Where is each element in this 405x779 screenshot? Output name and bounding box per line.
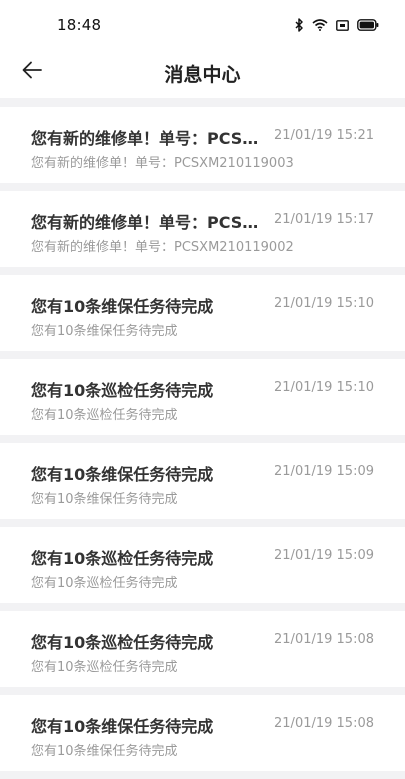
status-bar: 18:48 xyxy=(0,0,405,50)
battery-icon xyxy=(357,19,379,31)
wifi-icon xyxy=(312,19,328,31)
status-time: 18:48 xyxy=(57,16,102,34)
message-item[interactable]: 您有10条维保任务待完成 21/01/19 15:10 您有10条维保任务待完成 xyxy=(0,275,405,351)
message-title: 您有10条维保任务待完成 xyxy=(31,717,214,736)
message-time: 21/01/19 15:21 xyxy=(274,128,374,143)
message-item[interactable]: 您有10条维保任务待完成 21/01/19 15:09 您有10条维保任务待完成 xyxy=(0,443,405,519)
message-title: 您有新的维修单！单号：PCSXM210119003 xyxy=(31,129,267,148)
message-time: 21/01/19 15:17 xyxy=(274,212,374,227)
message-time: 21/01/19 15:08 xyxy=(274,716,374,731)
message-body: 您有10条巡检任务待完成 xyxy=(31,660,178,675)
message-item[interactable]: 您有新的维修单！单号：PCSXM210119002 21/01/19 15:17… xyxy=(0,191,405,267)
message-time: 21/01/19 15:08 xyxy=(274,632,374,647)
message-body: 您有10条巡检任务待完成 xyxy=(31,408,178,423)
message-time: 21/01/19 15:10 xyxy=(274,380,374,395)
bluetooth-icon xyxy=(294,18,304,32)
message-title: 您有10条巡检任务待完成 xyxy=(31,381,214,400)
message-item[interactable]: 您有10条巡检任务待完成 21/01/19 15:09 您有10条巡检任务待完成 xyxy=(0,527,405,603)
message-title: 您有10条巡检任务待完成 xyxy=(31,549,214,568)
message-item[interactable]: 您有新的维修单！单号：PCSXM210119003 21/01/19 15:21… xyxy=(0,107,405,183)
nav-bar: 消息中心 xyxy=(0,50,405,98)
message-item[interactable]: 您有10条巡检任务待完成 21/01/19 15:10 您有10条巡检任务待完成 xyxy=(0,359,405,435)
message-list: 您有新的维修单！单号：PCSXM210119003 21/01/19 15:21… xyxy=(0,107,405,779)
message-body: 您有10条巡检任务待完成 xyxy=(31,576,178,591)
sim-icon xyxy=(336,19,349,31)
message-title: 您有10条巡检任务待完成 xyxy=(31,633,214,652)
message-title: 您有新的维修单！单号：PCSXM210119002 xyxy=(31,213,267,232)
message-item[interactable]: 您有10条维保任务待完成 21/01/19 15:08 您有10条维保任务待完成 xyxy=(0,695,405,771)
page-title: 消息中心 xyxy=(164,64,241,86)
message-title: 您有10条维保任务待完成 xyxy=(31,297,214,316)
message-body: 您有新的维修单！单号：PCSXM210119002 xyxy=(31,240,294,255)
message-body: 您有10条维保任务待完成 xyxy=(31,744,178,759)
status-icons xyxy=(294,17,379,33)
message-item[interactable]: 您有10条巡检任务待完成 21/01/19 15:08 您有10条巡检任务待完成 xyxy=(0,611,405,687)
message-time: 21/01/19 15:10 xyxy=(274,296,374,311)
message-title: 您有10条维保任务待完成 xyxy=(31,465,214,484)
message-body: 您有10条维保任务待完成 xyxy=(31,492,178,507)
message-time: 21/01/19 15:09 xyxy=(274,464,374,479)
message-body: 您有10条维保任务待完成 xyxy=(31,324,178,339)
message-time: 21/01/19 15:09 xyxy=(274,548,374,563)
message-body: 您有新的维修单！单号：PCSXM210119003 xyxy=(31,156,294,171)
